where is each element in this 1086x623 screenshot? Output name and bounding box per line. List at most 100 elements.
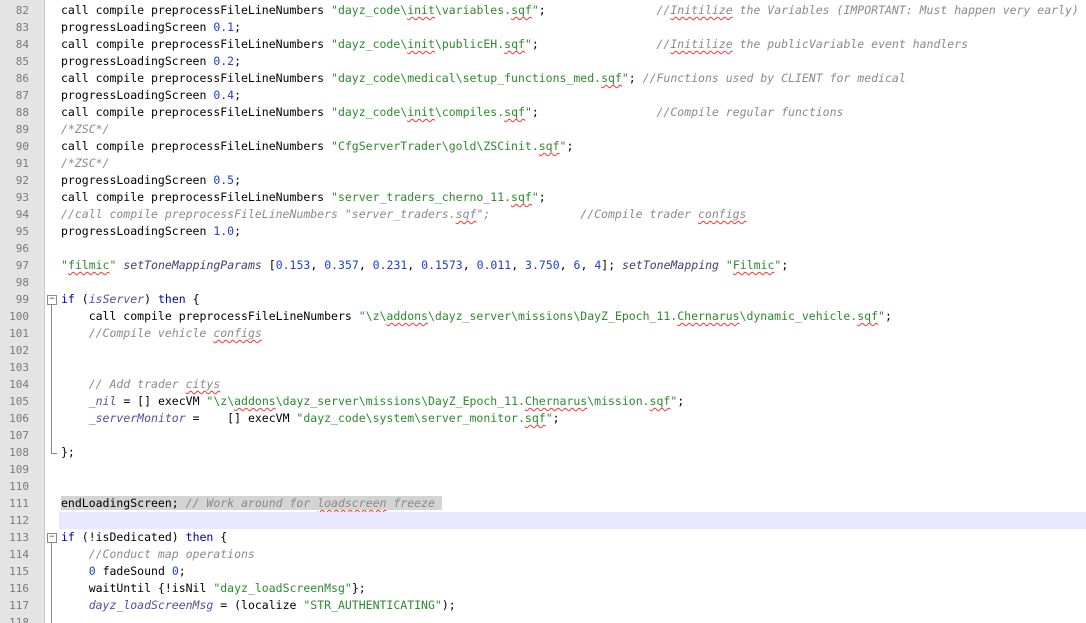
code-line[interactable]: 110 <box>0 478 1086 495</box>
code-line[interactable]: 108}; <box>0 444 1086 461</box>
fold-guide <box>47 495 57 512</box>
code-token: isServer <box>88 292 145 306</box>
line-number: 118 <box>9 616 29 623</box>
code-token: addons <box>386 309 428 323</box>
code-text[interactable]: //call compile preprocessFileLineNumbers… <box>61 206 746 223</box>
code-line[interactable]: 96 <box>0 240 1086 257</box>
code-line[interactable]: 93 call compile preprocessFileLineNumbers… <box>0 189 1086 206</box>
fold-guide <box>47 206 57 223</box>
code-text[interactable]: 0 fadeSound 0; <box>61 563 186 580</box>
code-token: // <box>656 37 671 51</box>
code-text[interactable]: _nil = [] execVM "\z\addons\dayz_server\… <box>61 393 685 410</box>
code-line[interactable]: 87 progressLoadingScreen 0.4; <box>0 87 1086 104</box>
code-line[interactable]: 97 "filmic" setToneMappingParams [0.153, … <box>0 257 1086 274</box>
code-editor[interactable]: 82 call compile preprocessFileLineNumbers… <box>0 0 1086 623</box>
code-text[interactable]: // Add trader citys <box>61 376 221 393</box>
code-token: ; <box>234 224 242 238</box>
code-text[interactable]: endLoadingScreen; // Work around for loa… <box>61 495 442 512</box>
code-text[interactable]: call compile preprocessFileLineNumbers "… <box>61 189 546 206</box>
code-text[interactable]: progressLoadingScreen 1.0; <box>61 223 241 240</box>
code-line[interactable]: 113 if (!isDedicated) then { <box>0 529 1086 546</box>
code-text[interactable]: progressLoadingScreen 0.1; <box>61 19 241 36</box>
code-line[interactable]: 106 _serverMonitor = [] execVM "dayz_cod… <box>0 410 1086 427</box>
code-token: Chernarus <box>524 394 588 408</box>
code-token: //Functions used by CLIENT for medical <box>642 71 906 85</box>
code-token: " <box>531 3 539 17</box>
fold-guide <box>47 189 57 206</box>
code-line[interactable]: 91 /*ZSC*/ <box>0 155 1086 172</box>
code-line[interactable]: 89 /*ZSC*/ <box>0 121 1086 138</box>
code-text[interactable]: //Compile vehicle configs <box>61 325 262 342</box>
code-token: \dynamic_vehicle. <box>739 309 858 323</box>
code-line[interactable]: 112 <box>0 512 1086 529</box>
code-line[interactable]: 102 <box>0 342 1086 359</box>
code-token: setToneMapping <box>622 258 719 272</box>
code-token: " <box>878 309 885 323</box>
code-lines[interactable]: 82 call compile preprocessFileLineNumbers… <box>0 2 1086 623</box>
code-line[interactable]: 103 <box>0 359 1086 376</box>
fold-guide <box>47 444 57 461</box>
code-text[interactable]: /*ZSC*/ <box>61 121 109 138</box>
code-token: }; <box>351 581 366 595</box>
line-number: 101 <box>9 327 29 340</box>
code-text[interactable]: call compile preprocessFileLineNumbers "… <box>61 70 906 87</box>
code-line[interactable]: 104 // Add trader citys <box>0 376 1086 393</box>
code-line[interactable]: 92 progressLoadingScreen 0.5; <box>0 172 1086 189</box>
code-line[interactable]: 94 //call compile preprocessFileLineNumbe… <box>0 206 1086 223</box>
code-text[interactable]: }; <box>61 444 75 461</box>
code-token: //Compile vehicle <box>61 326 214 340</box>
code-line[interactable]: 111 endLoadingScreen; // Work around for … <box>0 495 1086 512</box>
code-line[interactable]: 85 progressLoadingScreen 0.2; <box>0 53 1086 70</box>
code-text[interactable]: call compile preprocessFileLineNumbers "… <box>61 36 968 53</box>
code-text[interactable]: /*ZSC*/ <box>61 155 109 172</box>
code-text[interactable]: _serverMonitor = [] execVM "dayz_code\sy… <box>61 410 560 427</box>
code-line[interactable]: 83 progressLoadingScreen 0.1; <box>0 19 1086 36</box>
code-line[interactable]: 117 dayz_loadScreenMsg = (localize "STR_… <box>0 597 1086 614</box>
code-token: , <box>559 258 574 272</box>
code-text[interactable]: progressLoadingScreen 0.4; <box>61 87 241 104</box>
line-number: 117 <box>9 599 29 612</box>
code-token: ; <box>884 309 892 323</box>
code-token: setToneMappingParams <box>123 258 262 272</box>
code-line[interactable]: 82 call compile preprocessFileLineNumbers… <box>0 2 1086 19</box>
code-line[interactable]: 100 call compile preprocessFileLineNumbe… <box>0 308 1086 325</box>
code-line[interactable]: 86 call compile preprocessFileLineNumbers… <box>0 70 1086 87</box>
code-text[interactable]: //Conduct map operations <box>61 546 255 563</box>
line-number: 91 <box>15 157 29 170</box>
code-text[interactable]: call compile preprocessFileLineNumbers "… <box>61 308 892 325</box>
code-line[interactable]: 114 //Conduct map operations <box>0 546 1086 563</box>
code-line[interactable]: 109 <box>0 461 1086 478</box>
fold-toggle-icon[interactable] <box>47 291 57 308</box>
fold-guide <box>47 223 57 240</box>
code-text[interactable]: if (!isDedicated) then { <box>61 529 227 546</box>
fold-toggle-icon[interactable] <box>47 529 57 546</box>
code-line[interactable]: 84 call compile preprocessFileLineNumbers… <box>0 36 1086 53</box>
code-line[interactable]: 98 <box>0 274 1086 291</box>
code-line[interactable]: 116 waitUntil {!isNil "dayz_loadScreenMs… <box>0 580 1086 597</box>
code-text[interactable]: waitUntil {!isNil "dayz_loadScreenMsg"}; <box>61 580 366 597</box>
code-line[interactable]: 95 progressLoadingScreen 1.0; <box>0 223 1086 240</box>
code-line[interactable]: 107 <box>0 427 1086 444</box>
fold-guide <box>47 427 57 444</box>
code-line[interactable]: 99 if (isServer) then { <box>0 291 1086 308</box>
code-token: ; <box>234 20 242 34</box>
code-line[interactable]: 105 _nil = [] execVM "\z\addons\dayz_ser… <box>0 393 1086 410</box>
code-token: then <box>157 292 186 306</box>
code-text[interactable]: call compile preprocessFileLineNumbers "… <box>61 2 1079 19</box>
code-text[interactable]: if (isServer) then { <box>61 291 200 308</box>
code-text[interactable]: call compile preprocessFileLineNumbers "… <box>61 138 573 155</box>
code-text[interactable]: progressLoadingScreen 0.2; <box>61 53 241 70</box>
code-line[interactable]: 101 //Compile vehicle configs <box>0 325 1086 342</box>
code-line[interactable]: 118 <box>0 614 1086 623</box>
code-text[interactable]: call compile preprocessFileLineNumbers "… <box>61 104 843 121</box>
code-text[interactable]: progressLoadingScreen 0.5; <box>61 172 241 189</box>
code-line[interactable]: 115 0 fadeSound 0; <box>0 563 1086 580</box>
code-token: = [] execVM <box>185 411 297 425</box>
code-text[interactable]: "filmic" setToneMappingParams [0.153, 0.… <box>61 257 788 274</box>
code-text[interactable]: dayz_loadScreenMsg = (localize "STR_AUTH… <box>61 597 456 614</box>
line-number: 90 <box>15 140 29 153</box>
code-line[interactable]: 90 call compile preprocessFileLineNumbers… <box>0 138 1086 155</box>
code-line[interactable]: 88 call compile preprocessFileLineNumbers… <box>0 104 1086 121</box>
